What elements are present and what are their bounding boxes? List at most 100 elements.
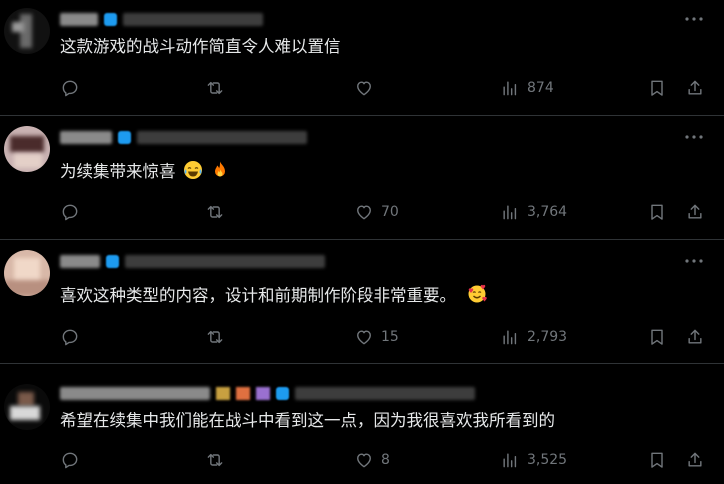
author-name[interactable]: [60, 130, 112, 144]
bookmark-icon: [651, 80, 663, 96]
like-count: 8: [381, 452, 390, 468]
reply-text: 为续集带来惊喜: [60, 160, 230, 183]
retweet-button[interactable]: [205, 201, 232, 223]
author-header[interactable]: [60, 10, 263, 28]
views-icon: [503, 81, 517, 96]
share-icon: [688, 80, 702, 95]
author-header[interactable]: [60, 252, 325, 270]
retweet-icon: [207, 330, 223, 344]
avatar[interactable]: [4, 126, 50, 172]
retweet-button[interactable]: [205, 449, 232, 471]
share-button[interactable]: [685, 201, 705, 223]
author-handle[interactable]: [137, 130, 307, 144]
bookmark-icon: [651, 204, 663, 220]
views-icon: [503, 330, 517, 345]
like-icon: [357, 205, 371, 220]
share-button[interactable]: [685, 77, 705, 99]
share-button[interactable]: [685, 449, 705, 471]
face-with-tears-of-joy-icon: [183, 161, 202, 179]
like-button[interactable]: 8: [354, 449, 390, 471]
share-icon: [688, 452, 702, 467]
avatar[interactable]: [4, 250, 50, 296]
view-count: 3,525: [527, 452, 568, 468]
reply-button[interactable]: [60, 449, 87, 471]
views-button[interactable]: 874: [500, 77, 554, 99]
retweet-icon: [207, 453, 223, 467]
more-icon: [685, 259, 703, 263]
author-name[interactable]: [60, 254, 100, 268]
author-name[interactable]: [60, 386, 210, 400]
name-emoji-icon: [236, 386, 250, 400]
like-icon: [357, 81, 371, 96]
fire-icon: [215, 161, 225, 177]
retweet-icon: [207, 81, 223, 95]
like-button[interactable]: [354, 77, 381, 99]
verified-badge-icon: [106, 254, 119, 268]
action-bar: 70 3,764: [60, 201, 710, 223]
reply-icon: [62, 80, 78, 97]
views-icon: [503, 205, 517, 220]
reply-text: 喜欢这种类型的内容，设计和前期制作阶段非常重要。: [60, 284, 488, 307]
reply-text-content: 这款游戏的战斗动作简直令人难以置信: [60, 37, 341, 56]
author-header[interactable]: [60, 128, 307, 146]
reply-item[interactable]: 希望在续集中我们能在战斗中看到这一点，因为我很喜欢我所看到的 8 3,525: [0, 364, 724, 484]
bookmark-button[interactable]: [647, 201, 667, 223]
reply-item[interactable]: 喜欢这种类型的内容，设计和前期制作阶段非常重要。 15 2,793: [0, 240, 724, 364]
reply-icon: [62, 204, 78, 221]
bookmark-button[interactable]: [647, 326, 667, 348]
reply-text-content: 希望在续集中我们能在战斗中看到这一点，因为我很喜欢我所看到的: [60, 411, 555, 430]
reply-text-content: 喜欢这种类型的内容，设计和前期制作阶段非常重要。: [60, 286, 456, 305]
more-options-button[interactable]: [682, 252, 706, 270]
more-options-button[interactable]: [682, 128, 706, 146]
views-button[interactable]: 3,764: [500, 201, 567, 223]
more-icon: [685, 135, 703, 139]
reply-button[interactable]: [60, 326, 87, 348]
views-icon: [503, 453, 517, 468]
share-button[interactable]: [685, 326, 705, 348]
verified-badge-icon: [276, 386, 289, 400]
name-emoji-icon: [216, 386, 230, 400]
reply-text-content: 为续集带来惊喜: [60, 162, 176, 181]
view-count: 874: [527, 80, 554, 96]
view-count: 2,793: [527, 329, 568, 345]
author-handle[interactable]: [123, 12, 263, 26]
reply-icon: [62, 452, 78, 469]
views-button[interactable]: 3,525: [500, 449, 567, 471]
reply-item[interactable]: 为续集带来惊喜 70 3,764: [0, 116, 724, 240]
view-count: 3,764: [527, 204, 568, 220]
share-icon: [688, 204, 702, 219]
verified-badge-icon: [118, 130, 131, 144]
like-button[interactable]: 15: [354, 326, 399, 348]
bookmark-icon: [651, 452, 663, 468]
retweet-button[interactable]: [205, 326, 232, 348]
like-count: 15: [381, 329, 399, 345]
bookmark-icon: [651, 329, 663, 345]
reply-button[interactable]: [60, 77, 87, 99]
reply-icon: [62, 329, 78, 346]
reply-text: 这款游戏的战斗动作简直令人难以置信: [60, 36, 341, 58]
author-header[interactable]: [60, 384, 475, 402]
action-bar: 874: [60, 77, 710, 99]
avatar[interactable]: [4, 384, 50, 430]
retweet-button[interactable]: [205, 77, 232, 99]
verified-badge-icon: [104, 12, 117, 26]
smiling-face-with-hearts-icon: [468, 284, 488, 303]
more-options-button[interactable]: [682, 10, 706, 28]
action-bar: 15 2,793: [60, 326, 710, 348]
reply-button[interactable]: [60, 201, 87, 223]
avatar[interactable]: [4, 8, 50, 54]
like-button[interactable]: 70: [354, 201, 399, 223]
bookmark-button[interactable]: [647, 77, 667, 99]
views-button[interactable]: 2,793: [500, 326, 567, 348]
author-handle[interactable]: [125, 254, 325, 268]
like-icon: [357, 453, 371, 468]
action-bar: 8 3,525: [60, 449, 710, 471]
replies-feed: 这款游戏的战斗动作简直令人难以置信 874 为续集带来惊喜 70 3,764 喜…: [0, 0, 724, 484]
reply-item[interactable]: 这款游戏的战斗动作简直令人难以置信 874: [0, 0, 724, 116]
author-name[interactable]: [60, 12, 98, 26]
more-icon: [685, 17, 703, 21]
author-handle[interactable]: [295, 386, 475, 400]
retweet-icon: [207, 205, 223, 219]
like-icon: [357, 330, 371, 345]
bookmark-button[interactable]: [647, 449, 667, 471]
